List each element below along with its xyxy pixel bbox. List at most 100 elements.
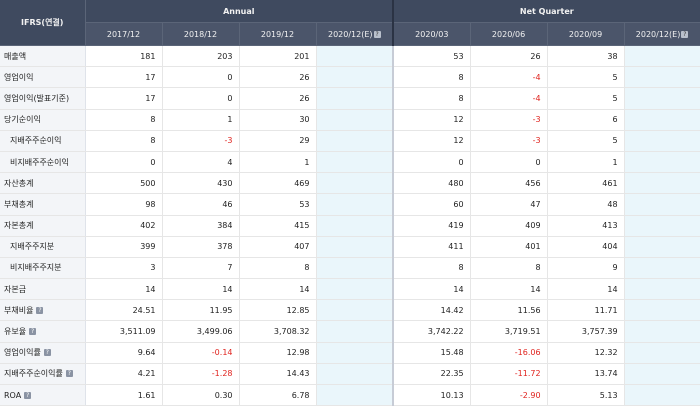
estimate-cell: [624, 45, 700, 68]
value-cell: 14: [162, 278, 240, 301]
estimate-cell: [624, 236, 700, 258]
table-row: 지배주주순이익률? 4.21 -1.28 14.43 22.35 -11.72 13.74: [0, 363, 700, 386]
help-icon[interactable]: ?: [24, 391, 32, 399]
value-cell: 6.78: [239, 384, 317, 406]
period-label: 2020/12(E): [328, 29, 373, 39]
estimate-cell: [316, 109, 395, 131]
value-cell: 8: [393, 87, 471, 110]
help-icon[interactable]: ?: [681, 30, 689, 38]
value-cell: 399: [85, 236, 163, 258]
row-label-cell: 지배주주지분: [0, 236, 86, 258]
value-cell: -11.72: [470, 363, 548, 386]
value-cell: -1.28: [162, 363, 240, 386]
estimate-cell: [624, 257, 700, 280]
row-label-cell: 지배주주순이익: [0, 130, 86, 152]
help-icon[interactable]: ?: [29, 328, 37, 336]
value-cell: 8: [239, 257, 317, 280]
table-row: 비지배주주순이익 0 4 1 0 0 1: [0, 151, 700, 174]
value-cell: 469: [239, 172, 317, 195]
value-cell: 12.85: [239, 299, 317, 322]
value-cell: 5: [547, 130, 625, 152]
row-label: 영업이익률: [4, 348, 41, 358]
help-icon[interactable]: ?: [373, 30, 381, 38]
help-icon[interactable]: ?: [43, 349, 51, 357]
value-cell: 3,511.09: [85, 320, 163, 343]
table-row: 매출액 181 203 201 53 26 38: [0, 45, 700, 68]
value-cell: 1: [162, 109, 240, 131]
value-cell: 1: [239, 151, 317, 174]
estimate-cell: [624, 363, 700, 386]
period-label: 2018/12: [183, 29, 218, 39]
row-label: 매출액: [4, 51, 27, 61]
row-label-cell: 유보율?: [0, 320, 86, 343]
row-label-cell: 비지배주주순이익: [0, 151, 86, 174]
value-cell: 0: [162, 87, 240, 110]
estimate-cell: [624, 320, 700, 343]
value-cell: 3,499.06: [162, 320, 240, 343]
value-cell: 3: [85, 257, 163, 280]
help-icon[interactable]: ?: [65, 370, 73, 378]
value-cell: 14: [85, 278, 163, 301]
value-cell: -4: [470, 87, 548, 110]
row-label-cell: 영업이익: [0, 66, 86, 89]
period-header: 2020/03: [393, 22, 471, 46]
estimate-cell: [316, 172, 395, 195]
period-header: 2020/12(E)?: [316, 22, 395, 46]
value-cell: 48: [547, 193, 625, 216]
estimate-cell: [624, 109, 700, 131]
value-cell: 384: [162, 215, 240, 237]
estimate-cell: [316, 384, 395, 406]
value-cell: 11.71: [547, 299, 625, 322]
value-cell: 181: [85, 45, 163, 68]
value-cell: 98: [85, 193, 163, 216]
row-label-cell: 자본총계: [0, 215, 86, 237]
value-cell: 22.35: [393, 363, 471, 386]
value-cell: 407: [239, 236, 317, 258]
estimate-cell: [316, 363, 395, 386]
estimate-cell: [316, 45, 395, 68]
estimate-cell: [316, 193, 395, 216]
value-cell: 0: [85, 151, 163, 174]
value-cell: 8: [470, 257, 548, 280]
value-cell: 30: [239, 109, 317, 131]
value-cell: 17: [85, 66, 163, 89]
value-cell: 12.98: [239, 342, 317, 364]
value-cell: -3: [162, 130, 240, 152]
value-cell: 14: [393, 278, 471, 301]
period-label: 2019/12: [260, 29, 295, 39]
value-cell: 26: [239, 87, 317, 110]
column-header-ifrs: IFRS(연결): [0, 0, 86, 46]
value-cell: 1.61: [85, 384, 163, 406]
estimate-cell: [316, 87, 395, 110]
value-cell: 3,742.22: [393, 320, 471, 343]
row-label: 지배주주순이익률: [4, 369, 63, 379]
value-cell: 0.30: [162, 384, 240, 406]
value-cell: 8: [85, 130, 163, 152]
row-label: 영업이익(발표기준): [4, 93, 70, 103]
estimate-cell: [316, 278, 395, 301]
value-cell: 413: [547, 215, 625, 237]
value-cell: 201: [239, 45, 317, 68]
estimate-cell: [624, 299, 700, 322]
estimate-cell: [624, 87, 700, 110]
value-cell: 60: [393, 193, 471, 216]
value-cell: 500: [85, 172, 163, 195]
value-cell: 14: [547, 278, 625, 301]
row-label-cell: 매출액: [0, 45, 86, 68]
value-cell: 378: [162, 236, 240, 258]
period-label: 2020/09: [568, 29, 603, 39]
estimate-cell: [316, 130, 395, 152]
row-label-cell: 자산총계: [0, 172, 86, 195]
row-label: 지배주주순이익: [10, 136, 62, 146]
group-header-net-quarter: Net Quarter: [393, 0, 700, 23]
estimate-cell: [316, 236, 395, 258]
financial-summary-table: IFRS(연결) Annual Net Quarter 2017/12 2018/…: [0, 0, 700, 406]
help-icon[interactable]: ?: [36, 306, 44, 314]
table-row: 부채총계 98 46 53 60 47 48: [0, 193, 700, 216]
value-cell: 404: [547, 236, 625, 258]
value-cell: 0: [393, 151, 471, 174]
value-cell: 12: [393, 130, 471, 152]
value-cell: 203: [162, 45, 240, 68]
value-cell: 3,757.39: [547, 320, 625, 343]
period-header: 2020/12(E)?: [624, 22, 700, 46]
